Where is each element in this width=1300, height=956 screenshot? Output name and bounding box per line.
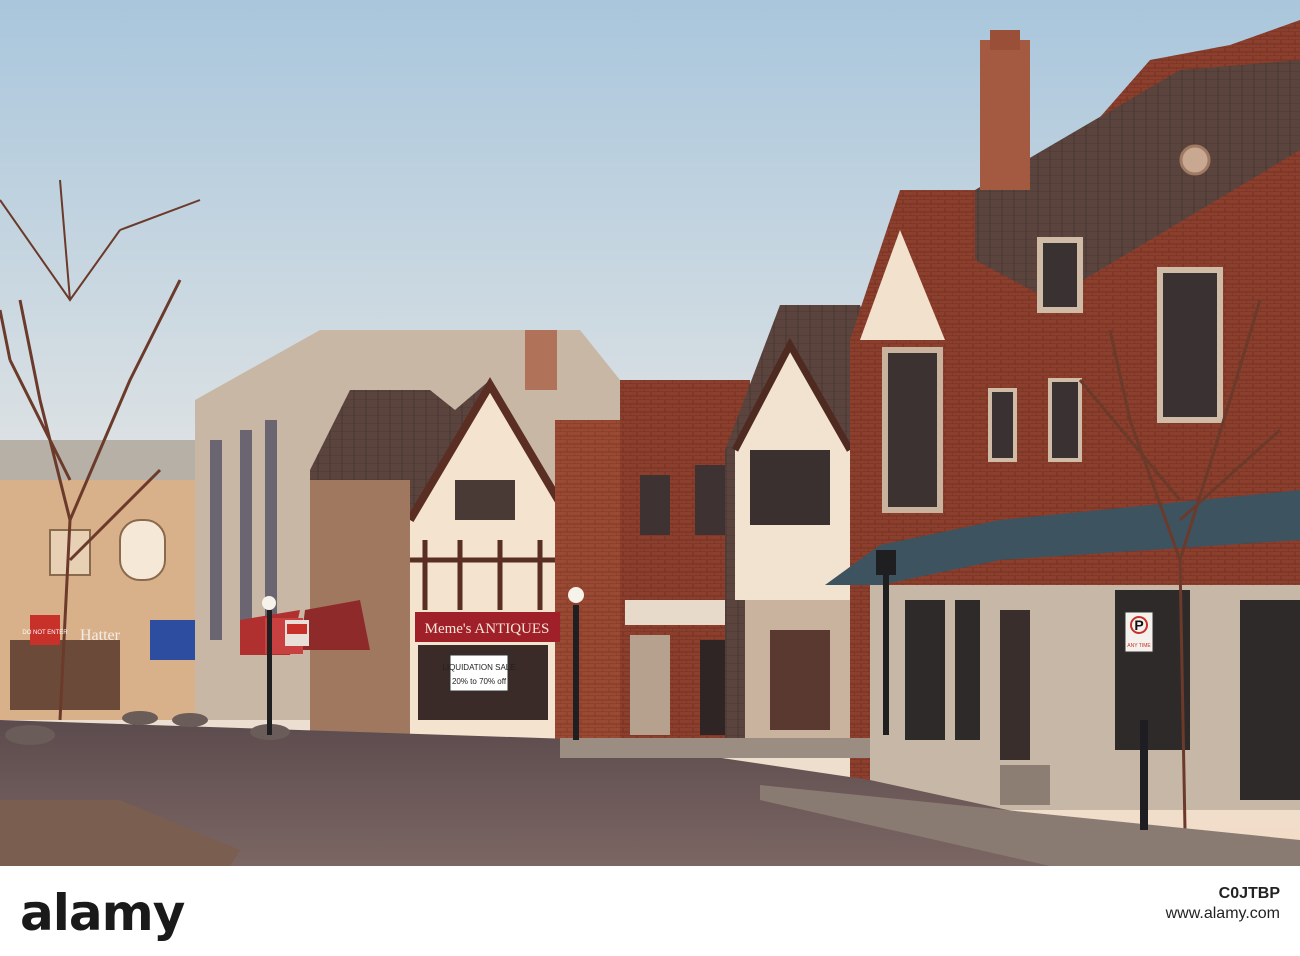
discount-sign-text: 20% to 70% off bbox=[452, 677, 507, 686]
watermark-bar: alamy C0JTBP www.alamy.com bbox=[0, 866, 1300, 956]
image-id-block: C0JTBP www.alamy.com bbox=[1166, 884, 1280, 924]
hatter-sign: Hatter bbox=[80, 627, 121, 644]
left-building bbox=[0, 440, 210, 720]
do-not-enter-text: DO NOT ENTER bbox=[22, 630, 68, 636]
image-code: C0JTBP bbox=[1218, 885, 1280, 902]
any-time-text: ANY TIME bbox=[1127, 643, 1151, 649]
liquidation-sign-text: LIQUIDATION SALE bbox=[442, 663, 515, 672]
site-url: www.alamy.com bbox=[1165, 905, 1280, 922]
memes-antiques-sign: Meme's ANTIQUES LIQUIDATION SALE 20% to … bbox=[415, 612, 560, 720]
alamy-logo: alamy bbox=[20, 884, 185, 942]
memes-sign-text: Meme's ANTIQUES bbox=[425, 621, 550, 637]
street-scene-illustration: Meme's ANTIQUES LIQUIDATION SALE 20% to … bbox=[0, 0, 1300, 866]
hatter-text: Hatter bbox=[80, 627, 121, 644]
street-photo: Meme's ANTIQUES LIQUIDATION SALE 20% to … bbox=[0, 0, 1300, 866]
no-parking-text: P bbox=[1134, 617, 1143, 633]
